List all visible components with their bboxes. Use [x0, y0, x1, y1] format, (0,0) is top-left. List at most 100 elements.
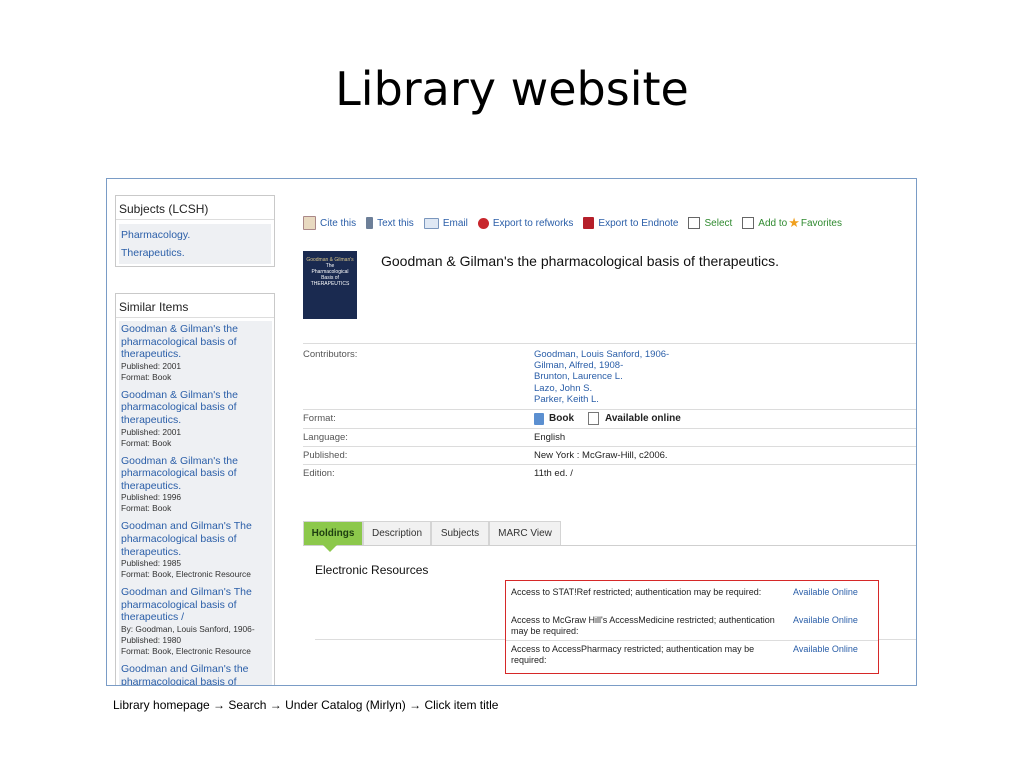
format-online: Available online	[605, 413, 681, 424]
resource-access-text: Access to AccessPharmacy restricted; aut…	[511, 644, 755, 665]
list-item: Goodman & Gilman's the pharmacological b…	[121, 323, 270, 383]
similar-item-published: Published: 2001	[121, 426, 182, 437]
similar-item-published: Published: 1980	[121, 634, 182, 645]
list-item: Goodman & Gilman's the pharmacological b…	[121, 389, 270, 449]
similar-item-format: Format: Book, Electronic Resource	[121, 569, 251, 580]
similar-items-panel: Similar Items Goodman & Gilman's the pha…	[115, 293, 275, 685]
library-screenshot: Subjects (LCSH) Pharmacology. Therapeuti…	[106, 178, 917, 686]
subjects-panel: Subjects (LCSH) Pharmacology. Therapeuti…	[115, 195, 275, 267]
record-toolbar: Cite this Text this Email Export to refw…	[303, 215, 852, 231]
similar-item-format: Format: Book, Electronic Resource	[121, 645, 251, 656]
star-icon: ★	[788, 215, 800, 230]
contributors-row: Contributors: Goodman, Louis Sanford, 19…	[303, 343, 916, 410]
subjects-heading: Subjects (LCSH)	[116, 196, 274, 220]
select-label: Select	[704, 217, 733, 229]
book-icon	[534, 412, 544, 425]
add-to-label: Add to	[758, 217, 788, 229]
tab-subjects[interactable]: Subjects	[431, 521, 489, 545]
checkbox-icon	[742, 217, 755, 229]
resource-access-text: Access to STAT!Ref restricted; authentic…	[511, 587, 762, 597]
edition-row: Edition: 11th ed. /	[303, 464, 916, 483]
similar-item-author: By: Goodman, Louis Sanford, 1906-	[121, 623, 255, 634]
contributors-list: Goodman, Louis Sanford, 1906- Gilman, Al…	[534, 349, 669, 405]
available-online-link[interactable]: Available Online	[793, 587, 858, 598]
refworks-icon	[477, 217, 489, 229]
edition-value: 11th ed. /	[534, 468, 573, 479]
slide-title: Library website	[335, 62, 689, 116]
list-item: Goodman and Gilman's The pharmacological…	[121, 586, 270, 657]
email-label: Email	[442, 217, 468, 229]
record-tabs: Holdings Description Subjects MARC View	[303, 519, 916, 546]
select-checkbox[interactable]: Select	[688, 217, 732, 229]
similar-items-list: Goodman & Gilman's the pharmacological b…	[119, 321, 272, 685]
similar-item-published: Published: 1996	[121, 492, 182, 503]
contributor-link[interactable]: Gilman, Alfred, 1908-	[534, 360, 669, 371]
similar-item-format: Format: Book	[121, 437, 172, 448]
similar-item-link[interactable]: Goodman & Gilman's the pharmacological b…	[121, 455, 270, 493]
similar-item-format: Format: Book	[121, 503, 172, 514]
similar-item-published: Published: 2001	[121, 360, 182, 371]
tab-description[interactable]: Description	[363, 521, 431, 545]
checkbox-icon	[688, 217, 701, 229]
contributor-link[interactable]: Brunton, Laurence L.	[534, 371, 669, 382]
format-value: Book Available online	[534, 412, 681, 425]
endnote-icon	[583, 217, 595, 229]
language-label: Language:	[303, 432, 348, 443]
list-item: Goodman and Gilman's The pharmacological…	[121, 520, 270, 580]
subject-link-pharmacology[interactable]: Pharmacology.	[119, 226, 271, 244]
similar-item-link[interactable]: Goodman & Gilman's the pharmacological b…	[121, 323, 270, 361]
navigation-caption: Library homepage → Search → Under Catalo…	[113, 698, 499, 712]
resource-access-text: Access to McGraw Hill's AccessMedicine r…	[511, 615, 775, 636]
email-button[interactable]: Email	[423, 217, 468, 229]
tab-holdings[interactable]: Holdings	[303, 521, 363, 545]
electronic-resources-highlight: Access to STAT!Ref restricted; authentic…	[505, 580, 879, 674]
subjects-list: Pharmacology. Therapeutics.	[119, 224, 271, 264]
phone-icon	[366, 217, 374, 229]
similar-item-link[interactable]: Goodman and Gilman's The pharmacological…	[121, 520, 270, 558]
contributor-link[interactable]: Lazo, John S.	[534, 383, 669, 394]
add-to-favorites[interactable]: Add to ★ Favorites	[742, 215, 842, 231]
format-book: Book	[549, 413, 574, 424]
similar-item-link[interactable]: Goodman & Gilman's the pharmacological b…	[121, 389, 270, 427]
export-endnote-button[interactable]: Export to Endnote	[583, 217, 678, 229]
contributor-link[interactable]: Goodman, Louis Sanford, 1906-	[534, 349, 669, 360]
published-value: New York : McGraw-Hill, c2006.	[534, 450, 668, 461]
cite-this-button[interactable]: Cite this	[303, 216, 356, 230]
envelope-icon	[423, 217, 439, 229]
cover-text-line: THERAPEUTICS	[310, 281, 350, 287]
language-row: Language: English	[303, 428, 916, 447]
document-icon	[588, 412, 599, 425]
format-row: Format: Book Available online	[303, 409, 916, 429]
contributors-label: Contributors:	[303, 349, 358, 360]
text-this-button[interactable]: Text this	[366, 217, 414, 229]
electronic-resources-heading: Electronic Resources	[315, 563, 429, 577]
similar-item-published: Published: 1985	[121, 558, 182, 569]
cite-icon	[303, 216, 316, 230]
similar-item-format: Format: Book	[121, 371, 172, 382]
similar-item-link[interactable]: Goodman and Gilman's The pharmacological…	[121, 586, 270, 624]
export-refworks-button[interactable]: Export to refworks	[477, 217, 574, 229]
contributor-link[interactable]: Parker, Keith L.	[534, 394, 669, 405]
list-item: Goodman and Gilman's the pharmacological…	[121, 663, 270, 685]
available-online-link[interactable]: Available Online	[793, 644, 858, 655]
text-label: Text this	[377, 217, 414, 229]
similar-items-heading: Similar Items	[116, 294, 274, 318]
divider	[506, 640, 878, 641]
published-label: Published:	[303, 450, 348, 461]
record-title: Goodman & Gilman's the pharmacological b…	[381, 253, 779, 269]
tab-marc-view[interactable]: MARC View	[489, 521, 561, 545]
endnote-label: Export to Endnote	[598, 217, 679, 229]
active-tab-pointer	[323, 545, 337, 552]
refworks-label: Export to refworks	[492, 217, 574, 229]
similar-item-link[interactable]: Goodman and Gilman's the pharmacological…	[121, 663, 270, 685]
published-row: Published: New York : McGraw-Hill, c2006…	[303, 446, 916, 465]
format-label: Format:	[303, 413, 336, 424]
subject-link-therapeutics[interactable]: Therapeutics.	[119, 244, 271, 262]
edition-label: Edition:	[303, 468, 335, 479]
list-item: Goodman & Gilman's the pharmacological b…	[121, 455, 270, 515]
book-cover-image: Goodman & Gilman's The Pharmacological B…	[303, 251, 357, 319]
language-value: English	[534, 432, 566, 443]
cite-label: Cite this	[320, 217, 357, 229]
available-online-link[interactable]: Available Online	[793, 615, 858, 626]
favorites-label: Favorites	[800, 217, 842, 229]
